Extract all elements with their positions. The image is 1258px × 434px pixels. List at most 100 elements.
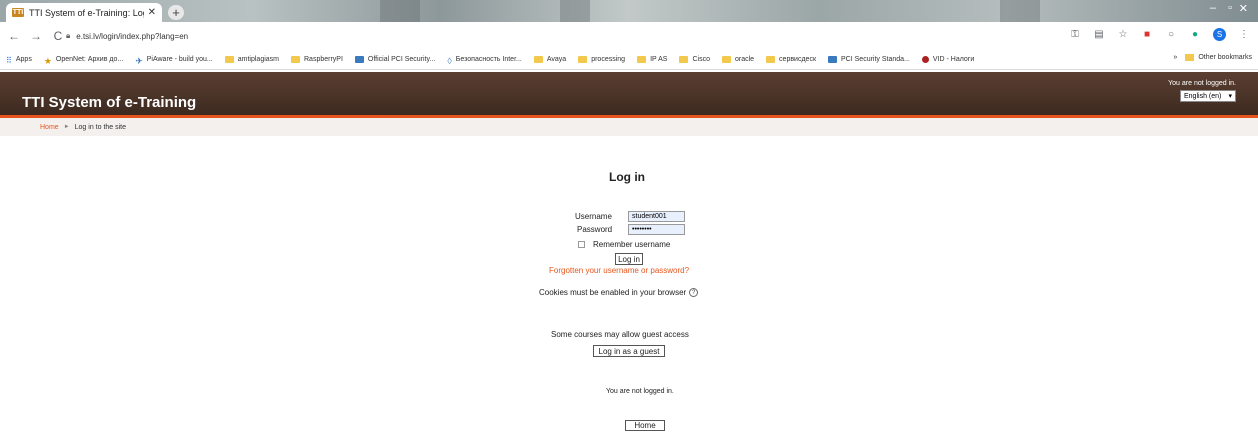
bookmarks-overflow: » Other bookmarks	[1173, 54, 1252, 61]
bookmark-label: PiAware - build you...	[146, 56, 213, 63]
bookmark-ip-as[interactable]: IP AS	[637, 56, 667, 63]
cookies-notice: Cookies must be enabled in your browser …	[539, 288, 699, 297]
background-figure	[1000, 0, 1040, 22]
bookmark-cisco[interactable]: Cisco	[679, 56, 710, 63]
bookmark-avaya[interactable]: Avaya	[533, 56, 567, 63]
breadcrumb: Home ► Log in to the site	[0, 118, 1258, 136]
grammarly-icon[interactable]: ●	[1189, 28, 1201, 40]
help-icon[interactable]: ?	[689, 288, 699, 297]
login-heading: Log in	[609, 170, 645, 184]
remember-username-checkbox[interactable]	[578, 241, 585, 248]
folder-icon	[679, 56, 689, 63]
folder-icon	[637, 56, 647, 63]
password-input[interactable]: ••••••••	[628, 224, 685, 235]
bookmark-label: amtiplagiasm	[237, 56, 279, 63]
browser-tab[interactable]: TTI TTI System of e-Training: Log in ✕	[6, 3, 162, 22]
bookmark-pci-official[interactable]: Official PCI Security...	[354, 56, 435, 63]
folder-icon	[291, 56, 300, 63]
bookmark-oracle[interactable]: oracle	[721, 56, 755, 63]
office-extension-icon[interactable]: ■	[1141, 28, 1153, 40]
bookmark-amtiplagiasm[interactable]: amtiplagiasm	[224, 56, 279, 63]
reload-icon[interactable]: C	[50, 29, 66, 43]
folder-icon	[533, 56, 543, 63]
bookmark-pci-standards[interactable]: PCI Security Standa...	[828, 56, 910, 63]
background-figure	[560, 0, 590, 22]
bookmark-label: IP AS	[650, 56, 668, 63]
login-info: You are not logged in.	[1168, 80, 1236, 87]
bookmark-apps[interactable]: ⠿ Apps	[6, 56, 32, 65]
breadcrumb-home-link[interactable]: Home	[40, 124, 59, 131]
close-window-icon[interactable]: ✕	[1239, 2, 1248, 15]
new-tab-button[interactable]: +	[168, 5, 184, 20]
shield-icon: ◊	[447, 56, 452, 66]
folder-icon	[578, 56, 588, 63]
profile-avatar-icon[interactable]: S	[1213, 28, 1226, 41]
maximize-icon[interactable]: ▫	[1228, 2, 1232, 14]
browser-toolbar: ← → C 🔒︎ e.tsi.lv/login/index.php?lang=e…	[0, 22, 1258, 50]
bookmark-label: oracle	[734, 56, 755, 63]
username-input[interactable]: student001	[628, 211, 685, 222]
bookmark-label: processing	[591, 56, 626, 63]
folder-icon	[766, 56, 776, 63]
star-icon: ★	[43, 56, 52, 66]
other-bookmarks[interactable]: Other bookmarks	[1198, 54, 1252, 61]
home-button[interactable]: Home	[625, 420, 665, 431]
bookmark-security[interactable]: ◊ Безопасность Inter...	[447, 56, 522, 66]
close-tab-icon[interactable]: ✕	[148, 7, 156, 18]
login-button[interactable]: Log in	[615, 253, 643, 265]
bookmark-label: Apps	[15, 56, 32, 63]
site-header: TTI System of e-Training You are not log…	[0, 72, 1258, 118]
forgot-password-link[interactable]: Forgotten your username or password?	[549, 266, 689, 275]
pci-icon	[354, 56, 364, 63]
bookmark-label: Безопасность Inter...	[455, 56, 522, 63]
breadcrumb-current: Log in to the site	[74, 123, 127, 131]
bookmark-label: VID - Налоги	[932, 56, 975, 63]
footer-login-info: You are not logged in.	[606, 388, 674, 395]
translate-icon[interactable]: ▤	[1093, 28, 1105, 40]
bookmark-opennet[interactable]: ★ OpenNet: Архив до...	[43, 56, 124, 66]
folder-icon	[1185, 54, 1195, 61]
menu-kebab-icon[interactable]: ⋮	[1238, 28, 1250, 40]
browser-tab-strip: TTI TTI System of e-Training: Log in ✕ +…	[0, 0, 1258, 22]
username-label: Username	[575, 212, 612, 221]
bookmark-star-icon[interactable]: ☆	[1117, 28, 1129, 40]
breadcrumb-separator-icon: ►	[63, 124, 70, 130]
bookmark-piaware[interactable]: ✈ PiAware - build you...	[135, 56, 213, 66]
bookmark-label: PCI Security Standa...	[841, 56, 910, 63]
extension-icons: ⚿ ▤ ☆ ■ ○ ● S ⋮	[1069, 28, 1250, 41]
tab-title: TTI System of e-Training: Log in	[29, 7, 144, 18]
bookmark-label: RaspberryPI	[304, 56, 343, 63]
back-arrow-icon[interactable]: ←	[6, 29, 22, 43]
extension-circle-icon[interactable]: ○	[1165, 28, 1177, 40]
tti-favicon-icon: TTI	[12, 8, 24, 17]
folder-icon	[224, 56, 234, 63]
bookmark-label: Cisco	[692, 56, 710, 63]
cookies-text: Cookies must be enabled in your browser	[539, 288, 687, 297]
address-bar[interactable]: 🔒︎ e.tsi.lv/login/index.php?lang=en	[66, 26, 1066, 46]
language-value: English (en)	[1184, 92, 1222, 100]
minimize-icon[interactable]: –	[1210, 2, 1216, 14]
remember-username-label: Remember username	[593, 240, 671, 249]
guest-login-button[interactable]: Log in as a guest	[593, 345, 665, 357]
language-select[interactable]: English (en) ▾	[1180, 90, 1236, 102]
pci-icon	[828, 56, 838, 63]
folder-icon	[721, 56, 731, 63]
more-bookmarks-icon[interactable]: »	[1173, 54, 1177, 61]
bookmark-raspberrypi[interactable]: RaspberryPI	[291, 56, 343, 63]
remember-username: Remember username	[578, 240, 670, 249]
bookmark-label: Avaya	[546, 56, 567, 63]
site-title[interactable]: TTI System of e-Training	[22, 94, 196, 111]
url-text: e.tsi.lv/login/index.php?lang=en	[76, 31, 189, 41]
chevron-down-icon: ▾	[1228, 93, 1232, 100]
password-label: Password	[577, 225, 613, 234]
plane-icon: ✈	[135, 56, 143, 66]
bookmark-label: OpenNet: Архив до...	[55, 56, 124, 63]
bookmark-vid[interactable]: VID - Налоги	[921, 56, 975, 63]
guest-access-text: Some courses may allow guest access	[551, 330, 689, 339]
forward-arrow-icon[interactable]: →	[28, 29, 44, 43]
bookmark-processing[interactable]: processing	[578, 56, 625, 63]
background-figure	[380, 0, 420, 22]
bookmark-label: сервисдеск	[779, 56, 817, 63]
bookmark-servicedesk[interactable]: сервисдеск	[766, 56, 816, 63]
key-icon[interactable]: ⚿	[1069, 28, 1081, 40]
